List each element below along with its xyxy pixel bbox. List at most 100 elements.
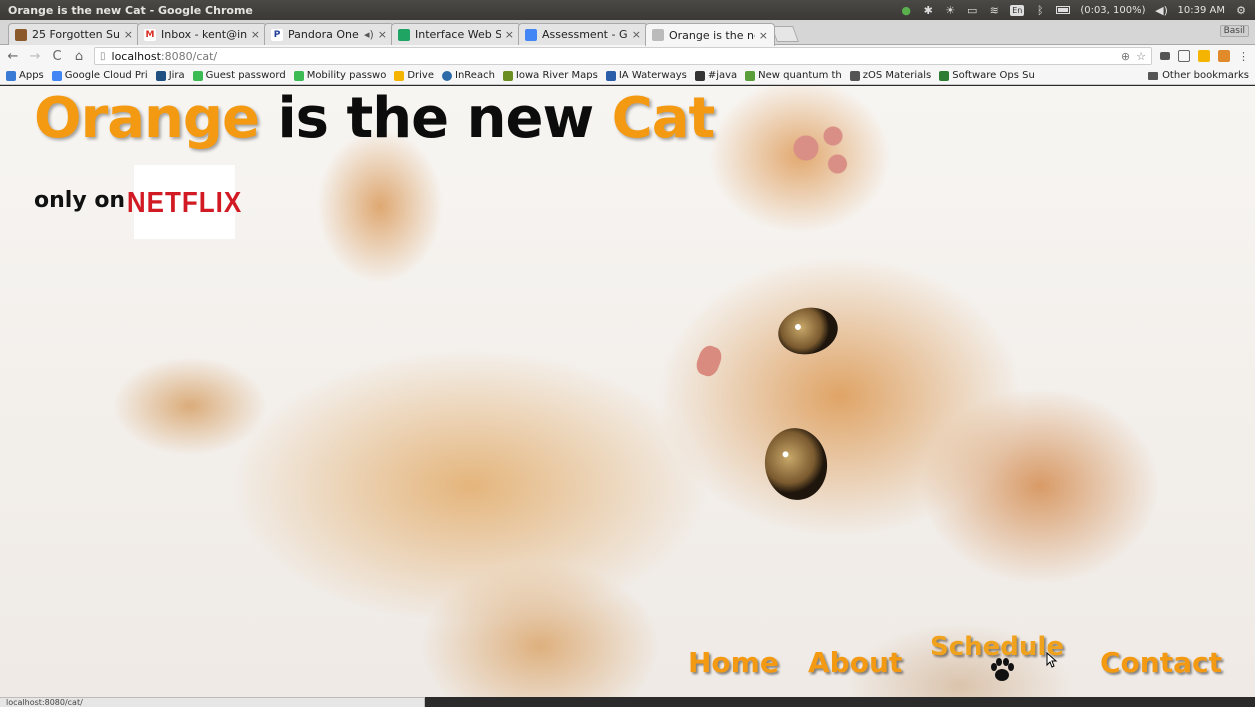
bookmark-iowa-river-maps[interactable]: Iowa River Maps (502, 70, 598, 81)
book-icon (15, 28, 27, 41)
bookmarks-bar: Apps Google Cloud Pri Jira Guest passwor… (0, 67, 1255, 85)
volume-icon[interactable]: ◀) (1155, 4, 1168, 17)
tab-inbox[interactable]: M Inbox - kent@interf × (137, 23, 267, 45)
close-icon[interactable]: × (251, 28, 260, 41)
slack-icon (694, 70, 705, 81)
tab-forgotten-survival[interactable]: 25 Forgotten Survi × (8, 23, 140, 45)
cast-extension-icon[interactable] (1178, 50, 1190, 62)
bookmark-apps[interactable]: Apps (6, 70, 44, 81)
docs-icon (525, 28, 537, 41)
reload-icon[interactable]: C (50, 49, 64, 64)
new-tab-button[interactable] (771, 26, 799, 42)
puzzle-icon[interactable]: ✱ (922, 4, 934, 17)
sheet-icon (939, 70, 950, 81)
tab-label: Pandora One - Li (288, 28, 360, 41)
keyboard-language-indicator[interactable]: En (1010, 4, 1025, 16)
drive-icon (398, 28, 410, 41)
wifi-icon[interactable]: ≋ (988, 4, 1000, 17)
nav-about-link[interactable]: About (808, 646, 902, 679)
tab-strip: 25 Forgotten Survi × M Inbox - kent@inte… (0, 20, 1255, 46)
apps-grid-icon (6, 70, 16, 81)
page-info-icon[interactable]: ▯ (100, 51, 106, 62)
page-title: Orange is the new Cat (34, 86, 716, 151)
link-icon (192, 70, 203, 81)
bookmark-guest-password[interactable]: Guest password (192, 70, 286, 81)
tab-label: Inbox - kent@interf (161, 28, 247, 41)
title-middle: is the new (277, 86, 594, 151)
link-icon (293, 70, 304, 81)
zoom-icon[interactable]: ⊕ (1121, 50, 1130, 63)
pandora-icon: P (271, 28, 283, 41)
bookmark-java[interactable]: #java (694, 70, 737, 81)
close-icon[interactable]: × (124, 28, 133, 41)
kitten-paw-pads (770, 116, 860, 196)
kitten-nose (693, 343, 725, 379)
bookmark-mobility-password[interactable]: Mobility passwo (293, 70, 386, 81)
bluetooth-icon[interactable]: ᛒ (1034, 4, 1046, 17)
home-icon[interactable]: ⌂ (72, 49, 86, 64)
other-bookmarks[interactable]: Other bookmarks (1148, 70, 1249, 81)
nav-schedule-link[interactable]: Schedule (930, 632, 1064, 662)
settings-gear-icon[interactable]: ⚙ (1235, 4, 1247, 17)
close-icon[interactable]: × (378, 28, 387, 41)
battery-status: (0:03, 100%) (1080, 4, 1146, 16)
bookmark-zos-materials[interactable]: zOS Materials (849, 70, 931, 81)
tab-orange-is-the-new-cat[interactable]: Orange is the new C × (645, 23, 775, 46)
tab-label: Interface Web Scho (415, 28, 501, 41)
tab-label: Assessment - Goog (542, 28, 628, 41)
extensions-area: ⋮ (1160, 50, 1249, 63)
os-top-panel: Orange is the new Cat - Google Chrome ● … (0, 0, 1255, 20)
dropbox-icon[interactable]: ● (900, 4, 912, 17)
menu-icon[interactable]: ⋮ (1238, 50, 1249, 63)
title-word-orange: Orange (34, 86, 260, 151)
bookmark-jira[interactable]: Jira (155, 70, 185, 81)
network-icon (849, 70, 860, 81)
grid-icon (605, 70, 616, 81)
fox-extension-icon[interactable] (1218, 50, 1230, 62)
brightness-icon[interactable]: ☀ (944, 4, 956, 17)
bookmark-software-ops[interactable]: Software Ops Su (939, 70, 1035, 81)
nav-contact-link[interactable]: Contact (1100, 646, 1222, 679)
bookmark-inreach[interactable]: InReach (442, 70, 495, 81)
close-icon[interactable]: × (759, 29, 768, 42)
page-icon (745, 70, 756, 81)
keep-extension-icon[interactable] (1198, 50, 1210, 62)
bookmark-ia-waterways[interactable]: IA Waterways (605, 70, 687, 81)
battery-icon[interactable] (1056, 6, 1071, 14)
status-bar-url: localhost:8080/cat/ (0, 697, 425, 707)
bookmark-google-cloud[interactable]: Google Cloud Pri (51, 70, 148, 81)
system-tray: ● ✱ ☀ ▭ ≋ En ᛒ (0:03, 100%) ◀) 10:39 AM … (900, 4, 1247, 17)
bookmark-star-icon[interactable]: ☆ (1136, 50, 1146, 63)
profile-button[interactable]: Basil (1219, 25, 1249, 37)
netflix-logo: NETFLIX (126, 184, 243, 218)
display-icon[interactable]: ▭ (966, 4, 978, 17)
drive-icon (394, 70, 405, 81)
tab-label: Orange is the new C (669, 28, 755, 42)
audio-playing-icon[interactable]: ◂) (364, 28, 374, 41)
gmail-icon: M (144, 28, 156, 41)
url-path: :8080/cat/ (160, 49, 218, 63)
bookmark-drive[interactable]: Drive (394, 70, 434, 81)
page-icon (652, 29, 664, 41)
nav-home-link[interactable]: Home (688, 646, 779, 679)
browser-toolbar: ← → C ⌂ ▯ localhost:8080/cat/ ⊕ ☆ ⋮ (0, 45, 1255, 67)
jira-icon (155, 70, 166, 81)
forward-arrow-icon[interactable]: → (28, 49, 42, 64)
close-icon[interactable]: × (632, 28, 641, 41)
tab-interface-web-school[interactable]: Interface Web Scho × (391, 23, 521, 45)
close-icon[interactable]: × (505, 28, 514, 41)
page-content: Orange is the new Cat only on NETFLIX Ho… (0, 86, 1255, 697)
tab-pandora[interactable]: P Pandora One - Li ◂) × (264, 23, 394, 45)
kitten-eye (773, 302, 843, 360)
title-word-cat: Cat (611, 86, 716, 151)
pocket-extension-icon[interactable] (1160, 52, 1170, 60)
window-title: Orange is the new Cat - Google Chrome (8, 3, 253, 17)
clock[interactable]: 10:39 AM (1178, 5, 1225, 16)
kitten-eye (760, 424, 832, 504)
address-bar[interactable]: ▯ localhost:8080/cat/ ⊕ ☆ (94, 47, 1152, 65)
bookmark-new-quantum[interactable]: New quantum th (745, 70, 842, 81)
netflix-logo-box[interactable]: NETFLIX (127, 165, 241, 239)
url-host: localhost (111, 49, 161, 63)
tab-assessment[interactable]: Assessment - Goog × (518, 23, 648, 45)
back-arrow-icon[interactable]: ← (6, 49, 20, 64)
